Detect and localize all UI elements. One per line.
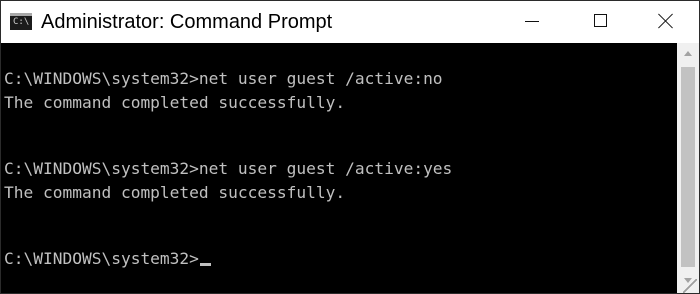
resize-grip-icon[interactable] <box>683 279 697 293</box>
window-title: Administrator: Command Prompt <box>41 11 333 33</box>
close-icon <box>657 12 675 30</box>
command-prompt-window: C:\ Administrator: Command Prompt C:\WIN… <box>0 0 700 294</box>
console-line: The command completed successfully. <box>4 93 346 112</box>
minimize-icon <box>525 21 539 22</box>
command-prompt-icon-glyph: C:\ <box>13 17 30 27</box>
maximize-icon <box>594 14 607 27</box>
scrollbar-thumb[interactable] <box>681 67 695 267</box>
console-output-area[interactable]: C:\WINDOWS\system32>net user guest /acti… <box>1 43 677 293</box>
console-prompt: C:\WINDOWS\system32> <box>4 249 199 268</box>
minimize-button[interactable] <box>509 1 561 43</box>
text-cursor <box>199 263 211 266</box>
console-line: The command completed successfully. <box>4 183 346 202</box>
command-prompt-icon[interactable]: C:\ <box>10 13 32 30</box>
title-bar[interactable]: C:\ Administrator: Command Prompt <box>1 1 699 43</box>
console-prompt-line[interactable]: C:\WINDOWS\system32> <box>4 248 211 270</box>
console-line: C:\WINDOWS\system32>net user guest /acti… <box>4 69 443 88</box>
console-line: C:\WINDOWS\system32>net user guest /acti… <box>4 159 453 178</box>
close-button[interactable] <box>639 1 691 43</box>
scroll-up-arrow-icon[interactable] <box>677 43 699 65</box>
vertical-scrollbar[interactable] <box>677 43 699 293</box>
maximize-button[interactable] <box>575 1 627 43</box>
